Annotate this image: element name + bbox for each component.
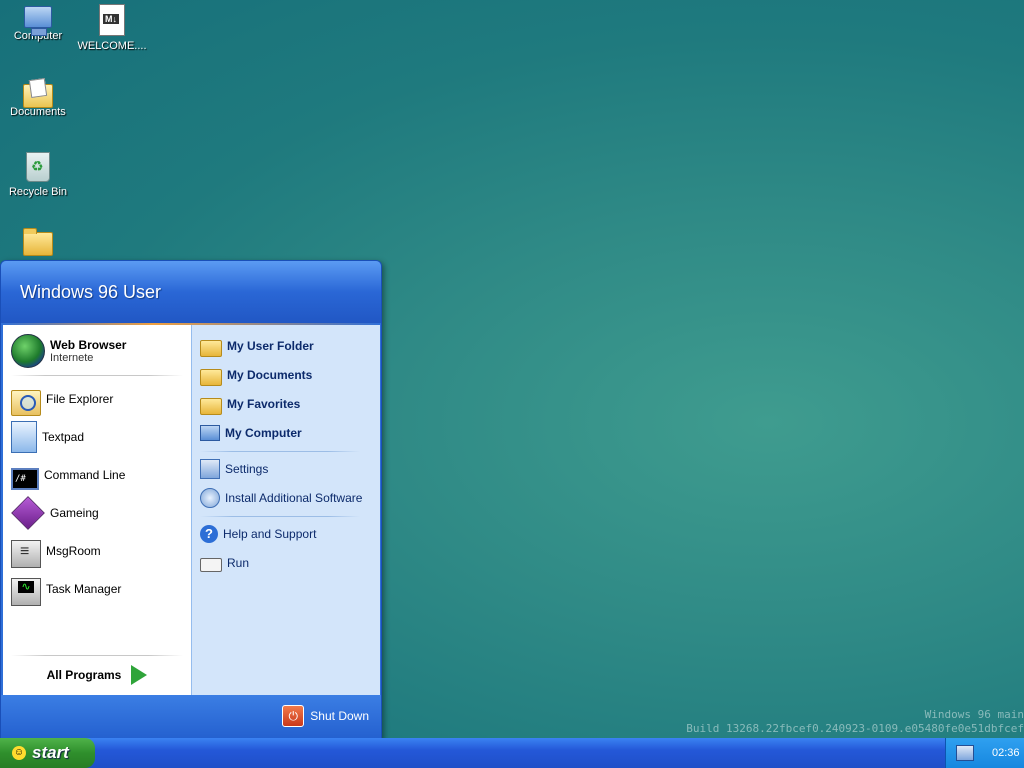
desktop-icon-recycle-bin[interactable]: Recycle Bin <box>2 152 74 198</box>
menu-item-label: My Computer <box>225 426 302 440</box>
shut-down-button[interactable]: ⏻ Shut Down <box>282 705 369 727</box>
desktop-icon-computer[interactable]: Computer <box>2 4 74 42</box>
start-menu-places-pane: My User Folder My Documents My Favorites… <box>191 325 380 695</box>
all-programs-label: All Programs <box>46 668 122 682</box>
task-monitor-icon <box>11 578 41 606</box>
menu-separator <box>11 655 183 656</box>
desktop-icon-documents[interactable]: Documents <box>2 78 74 118</box>
desktop-icon-label: WELCOME.... <box>77 40 147 52</box>
menu-item-web-browser[interactable]: Web Browser Internete <box>11 333 187 369</box>
run-icon <box>200 557 222 572</box>
menu-item-my-user-folder[interactable]: My User Folder <box>200 333 374 359</box>
start-menu-user-name: Windows 96 User <box>1 261 381 323</box>
menu-item-label: Web Browser <box>50 338 127 352</box>
menu-separator <box>200 516 360 517</box>
documents-folder-icon <box>23 84 53 108</box>
menu-item-file-explorer[interactable]: File Explorer <box>11 381 187 417</box>
menu-item-label: My Favorites <box>227 397 301 411</box>
menu-separator <box>11 375 183 376</box>
watermark-line-1: Windows 96 main <box>924 708 1024 721</box>
menu-item-my-favorites[interactable]: My Favorites <box>200 391 374 417</box>
desktop-icon-welcome[interactable]: WELCOME.... <box>76 4 148 52</box>
menu-item-label: Task Manager <box>46 582 122 596</box>
all-programs-button[interactable]: All Programs <box>3 657 191 693</box>
computer-icon <box>24 6 52 36</box>
documents-folder-icon <box>200 368 222 386</box>
menu-item-textpad[interactable]: Textpad <box>11 419 187 455</box>
terminal-icon: /# <box>11 468 39 490</box>
start-menu: Windows 96 User Web Browser Internete Fi… <box>0 260 382 740</box>
menu-item-settings[interactable]: Settings <box>200 456 374 482</box>
menu-item-label: My Documents <box>227 368 313 382</box>
menu-item-label: Textpad <box>42 430 85 444</box>
start-label: start <box>32 743 69 762</box>
start-menu-footer: ⏻ Shut Down <box>1 695 381 739</box>
smiley-logo-icon: ☺ <box>12 746 26 760</box>
folder-icon <box>200 339 222 357</box>
desktop-icon-folder[interactable] <box>2 226 74 256</box>
folder-icon <box>200 397 222 415</box>
menu-separator <box>200 451 360 452</box>
menu-item-sublabel: Internete <box>50 352 94 364</box>
menu-item-my-computer[interactable]: My Computer <box>200 420 374 446</box>
menu-item-label: Settings <box>225 462 269 476</box>
chat-computer-icon <box>11 540 41 568</box>
cube-icon <box>11 496 45 530</box>
menu-item-label: Gameing <box>50 506 99 520</box>
taskbar: ☺ start 02:36 <box>0 738 1024 768</box>
clock[interactable]: 02:36 <box>992 747 1020 759</box>
globe-icon <box>11 334 45 368</box>
help-icon: ? <box>200 525 218 543</box>
power-icon: ⏻ <box>282 705 305 727</box>
settings-icon <box>200 459 220 479</box>
computer-icon <box>200 425 220 441</box>
watermark-line-2: Build 13268.22fbcef0.240923-0109.e05480f… <box>686 722 1024 735</box>
menu-item-run[interactable]: Run <box>200 550 374 576</box>
arrow-right-icon <box>131 665 148 685</box>
menu-item-command-line[interactable]: /# Command Line <box>11 457 187 493</box>
menu-item-msgroom[interactable]: MsgRoom <box>11 533 187 569</box>
start-menu-body: Web Browser Internete File Explorer Text… <box>1 325 381 695</box>
build-watermark: Windows 96 main Build 13268.22fbcef0.240… <box>604 708 1024 736</box>
system-tray: 02:36 <box>945 738 1024 768</box>
start-menu-programs-pane: Web Browser Internete File Explorer Text… <box>3 325 191 695</box>
menu-item-label: Install Additional Software <box>225 491 363 505</box>
menu-item-help-support[interactable]: ? Help and Support <box>200 521 374 547</box>
menu-item-task-manager[interactable]: Task Manager <box>11 571 187 607</box>
menu-item-label: Help and Support <box>223 527 317 541</box>
network-icon[interactable] <box>956 745 974 761</box>
file-explorer-icon <box>11 390 41 416</box>
recycle-bin-icon <box>26 152 50 182</box>
menu-item-install-software[interactable]: Install Additional Software <box>200 485 374 511</box>
menu-item-label: MsgRoom <box>46 544 101 558</box>
menu-item-label: Command Line <box>44 468 126 482</box>
shut-down-label: Shut Down <box>310 709 369 723</box>
menu-item-label: Run <box>227 556 250 570</box>
menu-item-label: My User Folder <box>227 339 314 353</box>
folder-icon <box>23 228 53 256</box>
menu-item-gameing[interactable]: Gameing <box>11 495 187 531</box>
menu-item-label: File Explorer <box>46 392 114 406</box>
markdown-file-icon <box>99 4 125 36</box>
desktop-icon-label: Recycle Bin <box>8 186 68 198</box>
install-icon <box>200 488 220 508</box>
menu-item-my-documents[interactable]: My Documents <box>200 362 374 388</box>
start-button[interactable]: ☺ start <box>0 738 95 768</box>
notepad-icon <box>11 421 37 453</box>
